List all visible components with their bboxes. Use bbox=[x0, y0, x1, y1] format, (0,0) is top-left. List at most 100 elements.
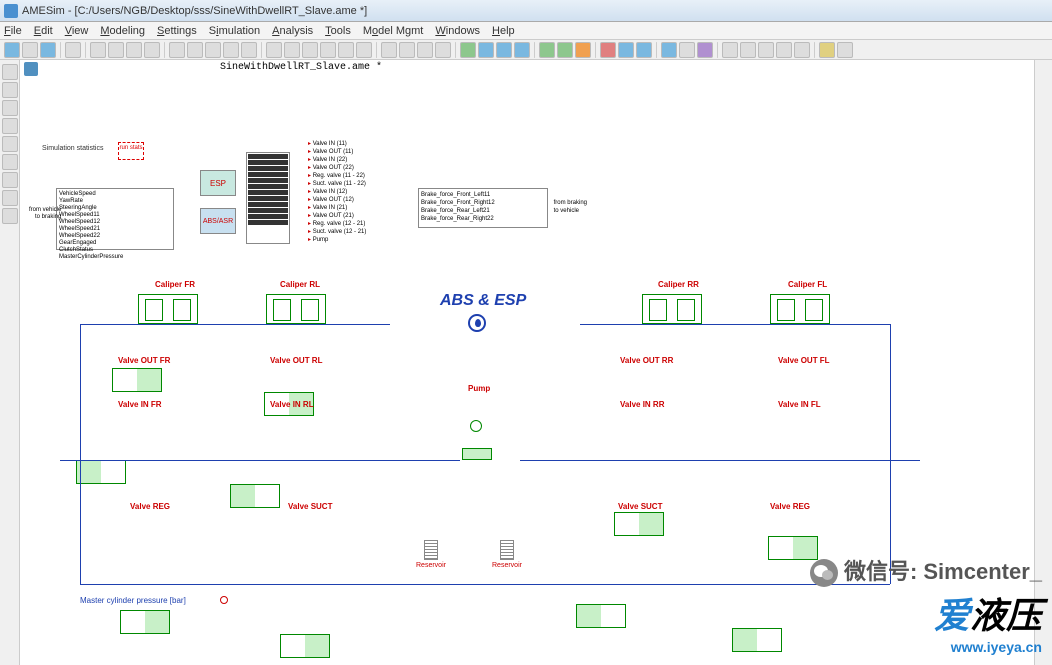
controller-block[interactable] bbox=[246, 152, 290, 244]
tb-rot-l[interactable] bbox=[205, 42, 221, 58]
tb-print[interactable] bbox=[65, 42, 81, 58]
sb-5[interactable] bbox=[2, 136, 18, 152]
window-title: AMESim - [C:/Users/NGB/Desktop/sss/SineW… bbox=[22, 5, 367, 17]
tb-new[interactable] bbox=[4, 42, 20, 58]
tb-w3[interactable] bbox=[758, 42, 774, 58]
menu-tools[interactable]: Tools bbox=[325, 25, 351, 37]
tb-zoom[interactable] bbox=[266, 42, 282, 58]
valve-out-fr[interactable] bbox=[112, 368, 162, 392]
tb-lib6[interactable] bbox=[636, 42, 652, 58]
caliper-fr[interactable] bbox=[138, 294, 198, 324]
tb-save[interactable] bbox=[40, 42, 56, 58]
esp-block[interactable]: ESP bbox=[200, 170, 236, 196]
wechat-icon bbox=[810, 559, 838, 587]
caliper-rr-label: Caliper RR bbox=[658, 280, 699, 289]
tb-submodel[interactable] bbox=[478, 42, 494, 58]
tb-sep bbox=[261, 42, 262, 58]
sb-8[interactable] bbox=[2, 190, 18, 206]
reservoir-left[interactable] bbox=[424, 540, 438, 560]
sb-3[interactable] bbox=[2, 100, 18, 116]
sb-9[interactable] bbox=[2, 208, 18, 224]
sb-2[interactable] bbox=[2, 82, 18, 98]
menu-edit[interactable]: Edit bbox=[34, 25, 53, 37]
tb-redo[interactable] bbox=[187, 42, 203, 58]
left-sidebar bbox=[0, 60, 20, 665]
pump-block[interactable] bbox=[452, 420, 502, 470]
line bbox=[60, 460, 460, 461]
reservoir-left-label: Reservoir bbox=[416, 562, 446, 569]
tb-lib7[interactable] bbox=[697, 42, 713, 58]
tb-search[interactable] bbox=[679, 42, 695, 58]
menu-analysis[interactable]: Analysis bbox=[272, 25, 313, 37]
sb-7[interactable] bbox=[2, 172, 18, 188]
tb-zoom-sel[interactable] bbox=[338, 42, 354, 58]
tb-lib5[interactable] bbox=[618, 42, 634, 58]
tb-lib4[interactable] bbox=[600, 42, 616, 58]
valve-in-rl[interactable] bbox=[230, 484, 280, 508]
menu-settings[interactable]: Settings bbox=[157, 25, 197, 37]
tb-w5[interactable] bbox=[794, 42, 810, 58]
tb-text[interactable] bbox=[417, 42, 433, 58]
tb-birdview[interactable] bbox=[356, 42, 372, 58]
menu-view[interactable]: View bbox=[65, 25, 89, 37]
tb-rot-r[interactable] bbox=[223, 42, 239, 58]
tb-cursor[interactable] bbox=[381, 42, 397, 58]
sb-4[interactable] bbox=[2, 118, 18, 134]
caliper-rl[interactable] bbox=[266, 294, 326, 324]
doc-tab-icon[interactable] bbox=[24, 62, 38, 76]
abs-asr-block[interactable]: ABS/ASR bbox=[200, 208, 236, 234]
tb-lib3[interactable] bbox=[575, 42, 591, 58]
tb-undo[interactable] bbox=[169, 42, 185, 58]
tb-paste[interactable] bbox=[126, 42, 142, 58]
reservoir-right[interactable] bbox=[500, 540, 514, 560]
menu-windows[interactable]: Windows bbox=[435, 25, 480, 37]
tb-w7[interactable] bbox=[837, 42, 853, 58]
menu-modelmgmt[interactable]: Model Mgmt bbox=[363, 25, 424, 37]
tb-sketch[interactable] bbox=[460, 42, 476, 58]
input-side-label: from vehicleto braking bbox=[29, 207, 61, 221]
tb-drag[interactable] bbox=[435, 42, 451, 58]
tb-zoom-in[interactable] bbox=[284, 42, 300, 58]
tb-flip[interactable] bbox=[241, 42, 257, 58]
valve-out-rr[interactable] bbox=[614, 512, 664, 536]
valve-in-fl[interactable] bbox=[732, 628, 782, 652]
caliper-fl[interactable] bbox=[770, 294, 830, 324]
valve-suct-left[interactable] bbox=[280, 634, 330, 658]
caliper-rr[interactable] bbox=[642, 294, 702, 324]
line bbox=[580, 324, 890, 325]
tb-lib1[interactable] bbox=[539, 42, 555, 58]
tb-w1[interactable] bbox=[722, 42, 738, 58]
valve-in-rr[interactable] bbox=[576, 604, 626, 628]
tb-param[interactable] bbox=[496, 42, 512, 58]
run-stats-box[interactable]: run stats bbox=[118, 142, 144, 160]
menu-file[interactable]: File bbox=[4, 25, 22, 37]
input-signals-box[interactable]: from vehicleto braking VehicleSpeed YawR… bbox=[56, 188, 174, 250]
tb-lib2[interactable] bbox=[557, 42, 573, 58]
valve-in-fr[interactable] bbox=[76, 460, 126, 484]
tb-nav[interactable] bbox=[399, 42, 415, 58]
menu-help[interactable]: Help bbox=[492, 25, 515, 37]
sb-1[interactable] bbox=[2, 64, 18, 80]
menu-modeling[interactable]: Modeling bbox=[100, 25, 145, 37]
tb-w2[interactable] bbox=[740, 42, 756, 58]
valve-reg-left[interactable] bbox=[120, 610, 170, 634]
brake-force-box[interactable]: Brake_force_Front_Left11 Brake_force_Fro… bbox=[418, 188, 548, 228]
drop-icon bbox=[468, 314, 486, 332]
menu-simulation[interactable]: Simulation bbox=[209, 25, 260, 37]
tb-copy[interactable] bbox=[108, 42, 124, 58]
tb-info[interactable] bbox=[661, 42, 677, 58]
logo-url: www.iyeya.cn bbox=[810, 639, 1042, 655]
sb-6[interactable] bbox=[2, 154, 18, 170]
caliper-fl-label: Caliper FL bbox=[788, 280, 827, 289]
tb-open[interactable] bbox=[22, 42, 38, 58]
tb-zoom-out[interactable] bbox=[302, 42, 318, 58]
valve-in-rr-label: Valve IN RR bbox=[620, 400, 664, 409]
tb-delete[interactable] bbox=[144, 42, 160, 58]
app-icon bbox=[4, 4, 18, 18]
tb-cut[interactable] bbox=[90, 42, 106, 58]
tb-w4[interactable] bbox=[776, 42, 792, 58]
tb-sim[interactable] bbox=[514, 42, 530, 58]
tb-w6[interactable] bbox=[819, 42, 835, 58]
master-cyl-port[interactable] bbox=[220, 596, 228, 604]
tb-zoom-fit[interactable] bbox=[320, 42, 336, 58]
